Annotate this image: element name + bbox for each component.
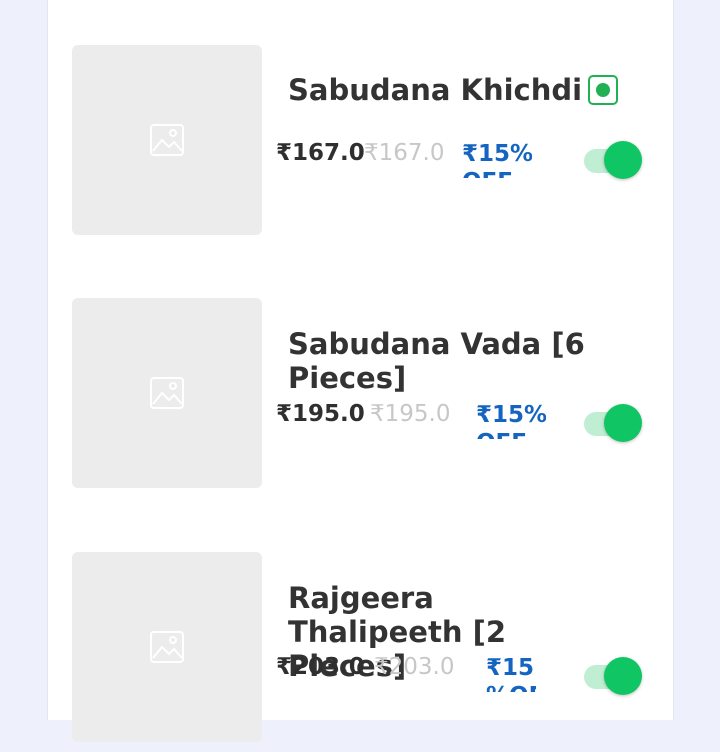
- menu-item-card[interactable]: Sabudana Vada [6 Pieces] ₹195.0 ₹195.0 ₹…: [72, 298, 672, 498]
- item-mrp: ₹203.0: [374, 654, 455, 680]
- availability-toggle[interactable]: [584, 404, 644, 442]
- discount-badge: ₹15% OFF: [476, 402, 546, 439]
- toggle-knob: [604, 404, 642, 442]
- toggle-knob: [604, 657, 642, 695]
- item-price: ₹203.0: [276, 654, 365, 680]
- item-mrp: ₹167.0: [364, 140, 445, 166]
- item-name: Sabudana Khichdi: [288, 73, 583, 107]
- menu-item-card[interactable]: Sabudana Khichdi ₹167.0 ₹167.0 ₹15% OFF: [72, 45, 672, 245]
- item-mrp: ₹195.0: [370, 401, 451, 427]
- image-placeholder-icon: [150, 124, 184, 156]
- item-price: ₹167.0: [276, 140, 365, 166]
- image-placeholder-icon: [150, 631, 184, 663]
- availability-toggle[interactable]: [584, 141, 644, 179]
- menu-item-list: Sabudana Khichdi ₹167.0 ₹167.0 ₹15% OFF …: [47, 0, 674, 742]
- item-image-placeholder: [72, 552, 262, 742]
- discount-badge: ₹15 %OFF: [486, 655, 536, 692]
- toggle-knob: [604, 141, 642, 179]
- item-image-placeholder: [72, 45, 262, 235]
- availability-toggle[interactable]: [584, 657, 644, 695]
- discount-badge: ₹15% OFF: [462, 141, 532, 178]
- image-placeholder-icon: [150, 377, 184, 409]
- item-image-placeholder: [72, 298, 262, 488]
- veg-indicator-icon: [588, 75, 618, 105]
- menu-item-card[interactable]: Rajgeera Thalipeeth [2 Pieces] ₹203.0 ₹2…: [72, 552, 672, 752]
- item-name: Sabudana Vada [6 Pieces]: [288, 327, 585, 395]
- item-price: ₹195.0: [276, 401, 365, 427]
